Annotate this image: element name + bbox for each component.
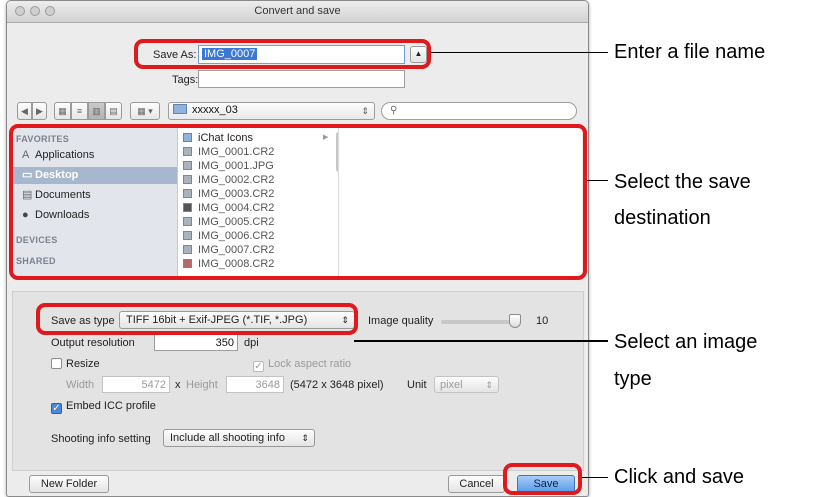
- window-title: Convert and save: [254, 5, 341, 17]
- embed-icc-checkbox[interactable]: ✓ Embed ICC profile: [51, 400, 156, 414]
- cover-flow-button[interactable]: ▤: [105, 102, 122, 120]
- output-resolution-label: Output resolution: [51, 337, 135, 349]
- callout-line-image-type: [354, 340, 608, 342]
- arrange-menu-button[interactable]: ▦ ▾: [130, 102, 160, 120]
- cancel-button[interactable]: Cancel: [448, 475, 505, 493]
- width-label: Width: [66, 379, 95, 391]
- annotation-destination-line1: Select the save: [614, 171, 751, 193]
- shooting-info-select[interactable]: Include all shooting info ⇕: [163, 429, 315, 447]
- annotation-save: Click and save: [614, 466, 745, 488]
- checkmark-icon: ✓: [253, 361, 264, 372]
- file-type-highlight: [36, 303, 358, 335]
- icon-view-button[interactable]: ▦: [54, 102, 71, 120]
- annotation-image-type-line1: Select an image: [614, 331, 758, 353]
- cover-flow-icon: ▤: [109, 106, 118, 116]
- list-view-button[interactable]: ≡: [71, 102, 88, 120]
- width-field[interactable]: 5472: [102, 376, 170, 393]
- tags-label: Tags:: [172, 74, 199, 86]
- callout-line-destination: [587, 180, 608, 181]
- tags-field[interactable]: [198, 70, 405, 88]
- image-quality-value: 10: [536, 315, 549, 327]
- unit-select[interactable]: pixel ⇕: [434, 376, 499, 393]
- search-icon: ⚲: [390, 105, 398, 116]
- slider-thumb[interactable]: [509, 314, 521, 328]
- chevron-left-icon: ◀: [21, 106, 28, 116]
- annotation-image-type-line2: type: [614, 368, 652, 390]
- save-as-highlight: [134, 39, 431, 69]
- times-label: x: [175, 379, 181, 391]
- image-quality-label: Image quality: [368, 315, 434, 327]
- popup-arrows-icon: ⇕: [485, 380, 493, 390]
- annotation-file-name: Enter a file name: [614, 41, 766, 63]
- unit-label: Unit: [407, 379, 427, 391]
- folder-icon: [173, 104, 187, 114]
- save-button-highlight: [503, 463, 582, 495]
- popup-arrows-icon: ⇕: [301, 433, 309, 443]
- callout-line-save: [582, 477, 608, 478]
- pixel-size-text: (5472 x 3648 pixel): [290, 379, 384, 391]
- resize-label: Resize: [66, 358, 100, 370]
- column-view-button[interactable]: ▥: [88, 102, 105, 120]
- new-folder-button[interactable]: New Folder: [29, 475, 109, 493]
- arrange-icon: ▦ ▾: [137, 106, 153, 116]
- popup-arrows-icon: ⇕: [361, 106, 369, 116]
- height-field[interactable]: 3648: [226, 376, 284, 393]
- output-resolution-field[interactable]: 350: [154, 334, 238, 351]
- location-folder-name: xxxxx_03: [192, 104, 238, 116]
- column-view-icon: ▥: [92, 106, 101, 116]
- height-label: Height: [186, 379, 218, 391]
- location-popup[interactable]: xxxxx_03 ⇕: [168, 102, 375, 120]
- lock-aspect-checkbox[interactable]: ✓ Lock aspect ratio: [253, 358, 351, 372]
- shooting-info-label: Shooting info setting: [51, 433, 151, 445]
- shooting-info-value: Include all shooting info: [170, 432, 285, 444]
- output-resolution-unit: dpi: [244, 337, 259, 349]
- back-button[interactable]: ◀: [17, 102, 32, 120]
- callout-line-file-name: [431, 52, 608, 53]
- title-bar: Convert and save: [7, 1, 588, 23]
- lock-aspect-label: Lock aspect ratio: [268, 358, 352, 370]
- chevron-right-icon: ▶: [36, 106, 43, 116]
- icon-view-icon: ▦: [58, 106, 67, 116]
- embed-icc-label: Embed ICC profile: [66, 400, 156, 412]
- forward-button[interactable]: ▶: [32, 102, 47, 120]
- destination-highlight: [9, 124, 587, 280]
- image-quality-slider[interactable]: [441, 314, 521, 328]
- list-view-icon: ≡: [76, 106, 83, 116]
- checkbox-icon: [51, 358, 62, 369]
- unit-value: pixel: [440, 379, 463, 391]
- checkmark-icon: ✓: [51, 403, 62, 414]
- annotation-destination-line2: destination: [614, 207, 711, 229]
- search-field[interactable]: ⚲: [381, 102, 577, 120]
- resize-checkbox[interactable]: Resize: [51, 358, 100, 370]
